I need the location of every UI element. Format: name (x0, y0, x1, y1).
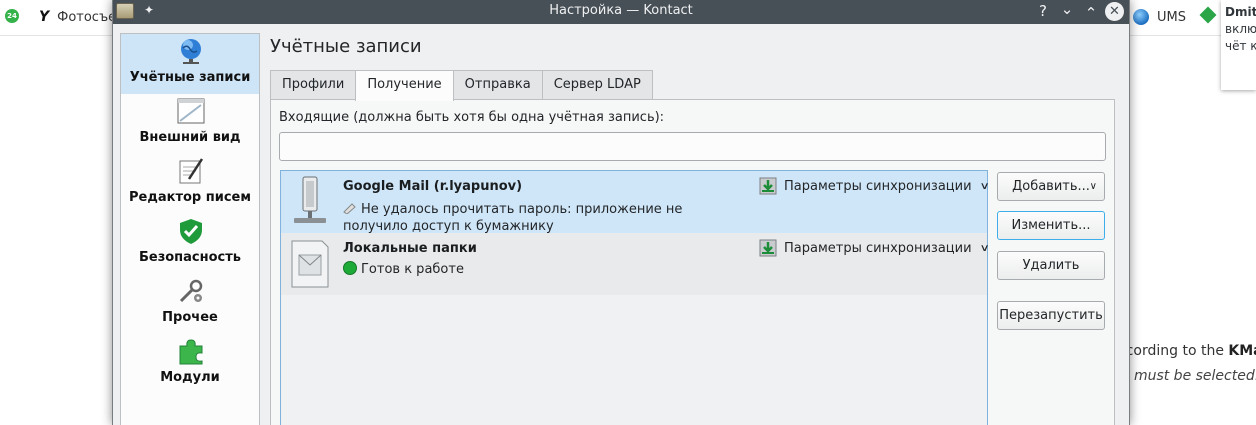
sidebar-item-accounts[interactable]: Учётные записи (121, 34, 259, 94)
background-text-line-1: ccording to the KMa (1118, 343, 1256, 359)
account-status: Готов к работе (343, 261, 743, 278)
sidebar-item-misc[interactable]: Прочее (121, 274, 259, 334)
incoming-accounts-label: Входящие (должна быть хотя бы одна учётн… (279, 110, 665, 125)
tab-receiving[interactable]: Получение (355, 70, 454, 101)
account-name: Google Mail (r.lyapunov) (343, 179, 523, 194)
download-sync-icon (759, 177, 777, 195)
maximize-button[interactable]: ⌃ (1081, 3, 1101, 23)
notification-popup[interactable]: Dmit вклю чёт к (1221, 0, 1256, 90)
account-row-google-mail[interactable]: Google Mail (r.lyapunov) Не удалось проч… (281, 171, 990, 235)
tab-bar: Профили Получение Отправка Сервер LDAP (270, 70, 653, 101)
browser-tab-2[interactable]: Y Фотосъе (39, 9, 116, 25)
settings-dialog: ✦ Настройка — Kontact ? ⌄ ⌃ ✕ Учётные за… (112, 0, 1130, 425)
account-status: Не удалось прочитать пароль: приложение … (343, 201, 743, 235)
chevron-down-icon: ∨ (979, 242, 990, 254)
green-dot-icon (343, 261, 357, 275)
window-appearance-icon (177, 98, 205, 124)
sidebar-item-composer[interactable]: Редактор писем (121, 154, 259, 214)
badge-icon: 24 (5, 9, 19, 23)
sidebar-item-label: Прочее (162, 310, 218, 325)
sidebar-item-label: Учётные записи (129, 70, 251, 85)
account-name: Локальные папки (343, 241, 477, 256)
sidebar-item-label: Внешний вид (139, 130, 241, 145)
add-account-label: Добавить... (1012, 179, 1090, 194)
notification-line: вклю (1225, 22, 1256, 36)
remove-account-button[interactable]: Удалить (997, 251, 1105, 280)
tools-icon (179, 279, 203, 303)
sidebar-item-security[interactable]: Безопасность (121, 214, 259, 274)
account-filter-input[interactable] (279, 132, 1106, 161)
minimize-button[interactable]: ⌄ (1057, 0, 1077, 19)
restart-account-button[interactable]: Перезапустить (997, 301, 1105, 330)
account-status-text: Не удалось прочитать пароль: приложение … (343, 202, 683, 234)
notification-line: чёт к (1225, 39, 1256, 53)
sidebar-item-label: Модули (160, 370, 220, 385)
pen-document-icon (179, 158, 204, 184)
tab-profiles[interactable]: Профили (270, 70, 357, 100)
add-account-button[interactable]: Добавить... ∨ (997, 172, 1105, 201)
notification-title: Dmit (1225, 5, 1256, 19)
accounts-list[interactable]: Google Mail (r.lyapunov) Не удалось проч… (280, 170, 990, 425)
sync-options-label: Параметры синхронизации (784, 178, 972, 194)
page-title: Учётные записи (270, 36, 422, 57)
tab-sending[interactable]: Отправка (452, 70, 543, 100)
browser-tab-label: Фотосъе (57, 9, 117, 25)
yandex-logo-icon: Y (39, 9, 50, 25)
sidebar-item-plugins[interactable]: Модули (121, 334, 259, 394)
sidebar-item-label: Редактор писем (129, 190, 251, 205)
background-text-line-2: t must be selected. (1124, 368, 1256, 384)
local-folder-icon (291, 240, 329, 288)
title-bar[interactable]: ✦ Настройка — Kontact ? ⌄ ⌃ ✕ (113, 0, 1129, 24)
server-icon (294, 176, 326, 223)
download-sync-icon (759, 239, 777, 257)
modify-account-button[interactable]: Изменить... (997, 211, 1105, 240)
help-button[interactable]: ? (1033, 1, 1053, 21)
browser-tab-label: UMS (1157, 9, 1186, 25)
browser-tab-4[interactable] (1199, 6, 1223, 24)
diamond-icon (1199, 6, 1217, 24)
chevron-down-icon: ∨ (1089, 181, 1097, 192)
browser-tab-ums[interactable]: UMS (1133, 9, 1186, 25)
sync-options-dropdown[interactable]: Параметры синхронизации ∨ (759, 177, 990, 195)
sync-options-label: Параметры синхронизации (784, 240, 972, 256)
globe-network-icon (181, 39, 201, 64)
account-status-text: Готов к работе (361, 262, 464, 277)
tab-ldap-server[interactable]: Сервер LDAP (541, 70, 653, 100)
browser-tab-1[interactable]: 24 (5, 9, 25, 23)
puzzle-icon (179, 339, 203, 365)
globe-icon (1133, 9, 1149, 25)
info-note-icon (343, 203, 356, 214)
close-button[interactable]: ✕ (1105, 2, 1124, 21)
settings-sidebar: Учётные записи Внешний вид Редактор писе… (120, 33, 260, 425)
sidebar-item-appearance[interactable]: Внешний вид (121, 94, 259, 154)
chevron-down-icon: ∨ (979, 180, 990, 192)
account-row-local-folders[interactable]: Локальные папки Готов к работе Параметры… (281, 233, 990, 295)
window-title: Настройка — Kontact (549, 3, 693, 18)
shield-check-icon (180, 219, 202, 244)
sidebar-item-label: Безопасность (138, 250, 242, 265)
sync-options-dropdown[interactable]: Параметры синхронизации ∨ (759, 239, 990, 257)
